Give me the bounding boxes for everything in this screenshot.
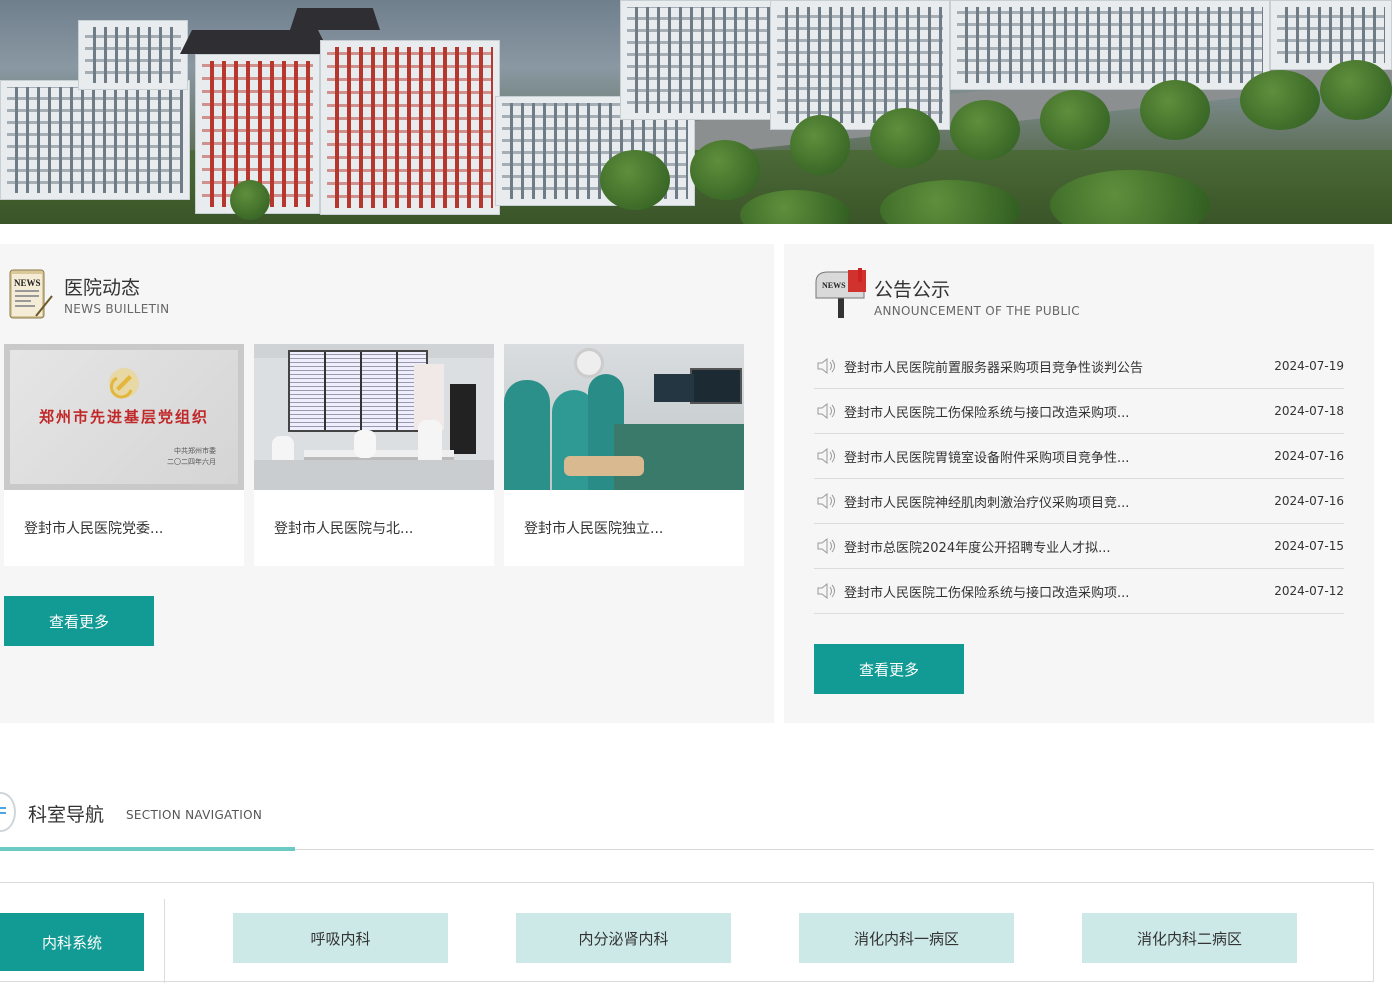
- list-item[interactable]: 登封市人民医院神经肌肉刺激治疗仪采购项目竞... 2024-07-16: [814, 479, 1344, 524]
- building: [770, 0, 950, 130]
- building: [78, 20, 188, 90]
- certificate-text: 郑州市先进基层党组织: [38, 408, 209, 426]
- notice-date: 2024-07-19: [1274, 359, 1344, 373]
- tree: [1240, 70, 1320, 130]
- title-underline: [0, 847, 295, 851]
- notice-date: 2024-07-12: [1274, 584, 1344, 598]
- list-item[interactable]: 登封市总医院2024年度公开招聘专业人才拟... 2024-07-15: [814, 524, 1344, 569]
- dept-button[interactable]: 消化内科一病区: [799, 913, 1014, 963]
- menu-icon: [0, 792, 16, 832]
- list-item[interactable]: 登封市人民医院前置服务器采购项目竞争性谈判公告 2024-07-19: [814, 344, 1344, 389]
- news-card-caption[interactable]: 登封市人民医院与北...: [274, 518, 413, 538]
- speaker-icon: [817, 538, 835, 554]
- news-header: NEWS 医院动态 NEWS BUILLETIN: [6, 266, 169, 320]
- tree: [950, 100, 1020, 160]
- tree: [690, 140, 760, 200]
- monitoring-room-photo: [254, 344, 494, 490]
- news-panel: NEWS 医院动态 NEWS BUILLETIN 郑州市先进基层党组织 中共郑州…: [0, 244, 774, 723]
- notice-date: 2024-07-16: [1274, 449, 1344, 463]
- speaker-icon: [817, 358, 835, 374]
- notice-header: NEWS 公告公示 ANNOUNCEMENT OF THE PUBLIC: [814, 268, 1080, 320]
- notice-panel: NEWS 公告公示 ANNOUNCEMENT OF THE PUBLIC 登封市…: [784, 244, 1374, 723]
- news-card[interactable]: 登封市人民医院与北...: [254, 344, 494, 566]
- speaker-icon: [817, 448, 835, 464]
- list-item[interactable]: 登封市人民医院工伤保险系统与接口改造采购项... 2024-07-12: [814, 569, 1344, 614]
- news-title: 医院动态: [64, 277, 141, 299]
- news-card-caption[interactable]: 登封市人民医院独立...: [524, 518, 663, 538]
- section-nav-subtitle: SECTION NAVIGATION: [126, 808, 263, 822]
- building: [0, 80, 190, 200]
- tree: [1320, 60, 1392, 120]
- party-emblem-icon: [109, 368, 139, 399]
- news-more-button[interactable]: 查看更多: [4, 596, 154, 646]
- dept-button[interactable]: 消化内科二病区: [1082, 913, 1297, 963]
- building: [320, 40, 500, 215]
- svg-text:NEWS: NEWS: [822, 281, 846, 290]
- certificate-date: 二〇二四年六月: [167, 458, 216, 466]
- section-nav-header: 科室导航 SECTION NAVIGATION: [0, 790, 1374, 851]
- surgery-photo: [504, 344, 744, 490]
- notice-title-text[interactable]: 登封市总医院2024年度公开招聘专业人才拟...: [844, 537, 1274, 556]
- building: [950, 0, 1270, 90]
- list-item[interactable]: 登封市人民医院胃镜室设备附件采购项目竞争性... 2024-07-16: [814, 434, 1344, 479]
- notice-date: 2024-07-15: [1274, 539, 1344, 553]
- speaker-icon: [817, 403, 835, 419]
- speaker-icon: [817, 493, 835, 509]
- tree: [1140, 80, 1210, 140]
- category-tab-internal-medicine[interactable]: 内科系统: [0, 913, 144, 971]
- dept-button[interactable]: 呼吸内科: [233, 913, 448, 963]
- news-card[interactable]: 登封市人民医院独立...: [504, 344, 744, 566]
- news-subtitle: NEWS BUILLETIN: [64, 302, 170, 316]
- section-nav-title: 科室导航: [28, 804, 105, 826]
- building: [1270, 0, 1392, 70]
- newspaper-icon: NEWS: [6, 266, 54, 320]
- notice-subtitle: ANNOUNCEMENT OF THE PUBLIC: [874, 304, 1080, 318]
- notice-more-button[interactable]: 查看更多: [814, 644, 964, 694]
- tree: [600, 150, 670, 210]
- hero-banner: [0, 0, 1392, 224]
- news-card-caption[interactable]: 登封市人民医院党委...: [24, 518, 163, 538]
- mailbox-icon: NEWS: [814, 268, 870, 320]
- divider: [164, 899, 165, 983]
- notice-title-text[interactable]: 登封市人民医院神经肌肉刺激治疗仪采购项目竞...: [844, 492, 1274, 511]
- dept-button[interactable]: 内分泌肾内科: [516, 913, 731, 963]
- tree: [230, 180, 270, 220]
- news-card[interactable]: 郑州市先进基层党组织 中共郑州市委 二〇二四年六月 登封市人民医院党委...: [4, 344, 244, 566]
- notice-title-text[interactable]: 登封市人民医院胃镜室设备附件采购项目竞争性...: [844, 447, 1274, 466]
- list-item[interactable]: 登封市人民医院工伤保险系统与接口改造采购项... 2024-07-18: [814, 389, 1344, 434]
- roof: [290, 8, 380, 30]
- notice-title: 公告公示: [874, 279, 951, 301]
- roof: [180, 30, 330, 54]
- department-panel: 内科系统 呼吸内科 内分泌肾内科 消化内科一病区 消化内科二病区: [0, 882, 1374, 983]
- notice-list: 登封市人民医院前置服务器采购项目竞争性谈判公告 2024-07-19 登封市人民…: [814, 344, 1344, 614]
- certificate-org: 中共郑州市委: [174, 447, 216, 455]
- notice-title-text[interactable]: 登封市人民医院前置服务器采购项目竞争性谈判公告: [844, 357, 1274, 376]
- speaker-icon: [817, 583, 835, 599]
- notice-date: 2024-07-16: [1274, 494, 1344, 508]
- notice-title-text[interactable]: 登封市人民医院工伤保险系统与接口改造采购项...: [844, 582, 1274, 601]
- tree: [870, 108, 940, 168]
- notice-date: 2024-07-18: [1274, 404, 1344, 418]
- tree: [790, 115, 850, 175]
- tree: [1040, 90, 1110, 150]
- award-certificate-photo: 郑州市先进基层党组织 中共郑州市委 二〇二四年六月: [4, 344, 244, 490]
- notice-title-text[interactable]: 登封市人民医院工伤保险系统与接口改造采购项...: [844, 402, 1274, 421]
- svg-text:NEWS: NEWS: [14, 278, 41, 288]
